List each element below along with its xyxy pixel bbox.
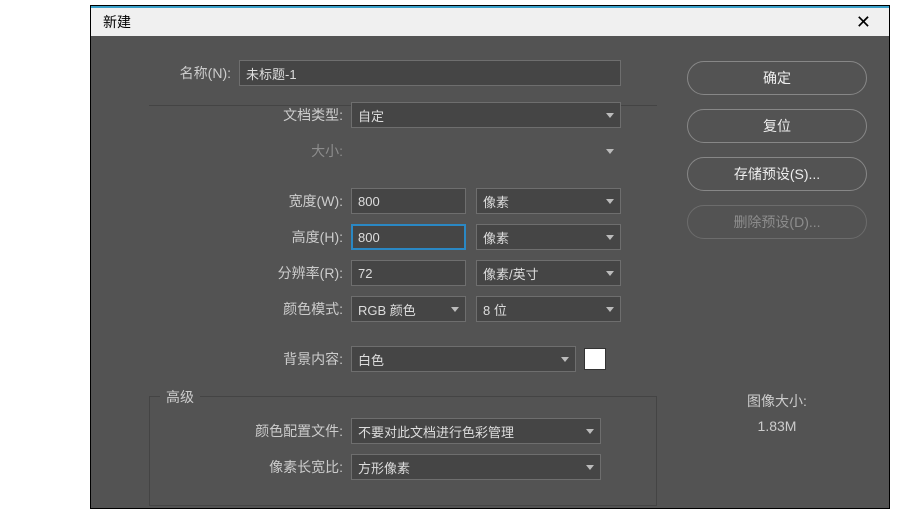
- bg-content-select[interactable]: 白色: [351, 346, 576, 372]
- chevron-down-icon: [561, 357, 569, 362]
- width-unit-value: 像素: [483, 192, 509, 211]
- chevron-down-icon: [606, 271, 614, 276]
- chevron-down-icon: [606, 149, 614, 154]
- image-size-value: 1.83M: [687, 414, 867, 439]
- doc-type-value: 自定: [358, 106, 384, 125]
- image-size-label: 图像大小:: [687, 389, 867, 414]
- chevron-down-icon: [451, 307, 459, 312]
- bit-depth-select[interactable]: 8 位: [476, 296, 621, 322]
- image-size-info: 图像大小: 1.83M: [687, 389, 867, 439]
- chevron-down-icon: [586, 429, 594, 434]
- name-label: 名称(N):: [101, 63, 239, 83]
- pixel-aspect-value: 方形像素: [358, 458, 410, 477]
- side-buttons: 确定 复位 存储预设(S)... 删除预设(D)... 图像大小: 1.83M: [687, 61, 867, 439]
- titlebar: 新建 ✕: [91, 6, 889, 36]
- doc-type-select[interactable]: 自定: [351, 102, 621, 128]
- new-document-dialog: 新建 ✕ 确定 复位 存储预设(S)... 删除预设(D)... 图像大小: 1…: [90, 5, 890, 509]
- color-profile-select[interactable]: 不要对此文档进行色彩管理: [351, 418, 601, 444]
- width-unit-select[interactable]: 像素: [476, 188, 621, 214]
- chevron-down-icon: [606, 113, 614, 118]
- advanced-fieldset: 高级: [149, 396, 657, 506]
- height-unit-select[interactable]: 像素: [476, 224, 621, 250]
- close-icon[interactable]: ✕: [850, 12, 877, 33]
- chevron-down-icon: [606, 199, 614, 204]
- chevron-down-icon: [606, 307, 614, 312]
- bit-depth-value: 8 位: [483, 300, 507, 319]
- dialog-title: 新建: [103, 12, 131, 32]
- ok-button[interactable]: 确定: [687, 61, 867, 95]
- save-preset-button[interactable]: 存储预设(S)...: [687, 157, 867, 191]
- color-profile-value: 不要对此文档进行色彩管理: [358, 422, 514, 441]
- height-unit-value: 像素: [483, 228, 509, 247]
- name-input[interactable]: [239, 60, 621, 86]
- pixel-aspect-select[interactable]: 方形像素: [351, 454, 601, 480]
- color-mode-select[interactable]: RGB 颜色: [351, 296, 466, 322]
- resolution-unit-value: 像素/英寸: [483, 264, 539, 283]
- bg-content-value: 白色: [358, 350, 384, 369]
- size-select: [351, 138, 621, 164]
- resolution-unit-select[interactable]: 像素/英寸: [476, 260, 621, 286]
- dialog-content: 确定 复位 存储预设(S)... 删除预设(D)... 图像大小: 1.83M …: [91, 36, 889, 508]
- delete-preset-button: 删除预设(D)...: [687, 205, 867, 239]
- chevron-down-icon: [606, 235, 614, 240]
- color-mode-value: RGB 颜色: [358, 300, 416, 319]
- advanced-legend: 高级: [160, 387, 200, 407]
- chevron-down-icon: [586, 465, 594, 470]
- form-area: 名称(N): 文档类型: 自定 大小:: [101, 60, 657, 490]
- reset-button[interactable]: 复位: [687, 109, 867, 143]
